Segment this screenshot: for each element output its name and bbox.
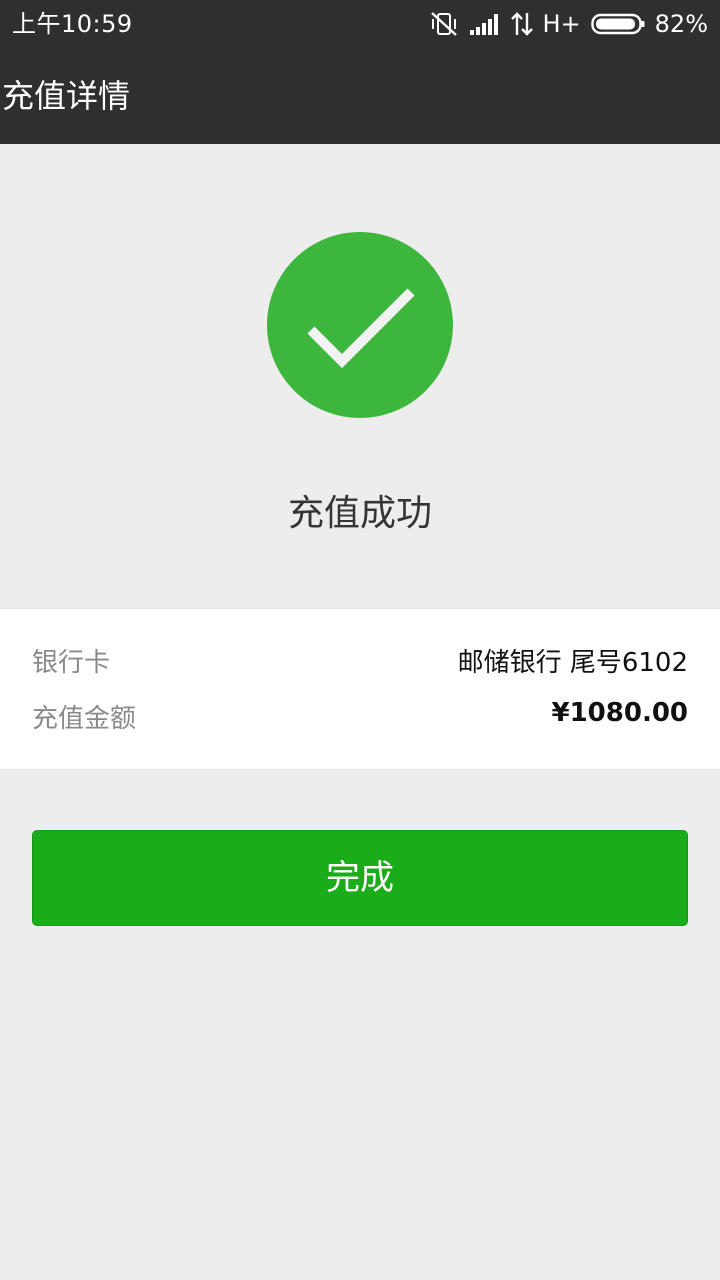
bank-card-row: 银行卡 邮储银行 尾号6102: [32, 643, 688, 683]
signal-icon: [469, 12, 501, 36]
details-panel: 银行卡 邮储银行 尾号6102 充值金额 ¥1080.00: [0, 608, 720, 770]
done-button[interactable]: 完成: [32, 830, 688, 926]
battery-percent: 82%: [654, 10, 708, 38]
title-bar: 充值详情: [0, 48, 720, 144]
status-time: 上午10:59: [12, 10, 133, 38]
amount-label: 充值金额: [32, 704, 137, 734]
checkmark-icon: [307, 288, 415, 369]
bank-card-label: 银行卡: [32, 648, 111, 678]
status-bar: 上午10:59 H+ 82%: [0, 0, 720, 48]
result-text: 充值成功: [287, 493, 432, 534]
page-title: 充值详情: [2, 77, 131, 115]
network-type: H+: [542, 10, 581, 38]
vibrate-off-icon: [429, 10, 459, 38]
status-icons: H+ 82%: [429, 8, 708, 40]
bank-card-value: 邮储银行 尾号6102: [457, 648, 688, 678]
amount-value: ¥1080.00: [551, 698, 688, 728]
amount-row: 充值金额 ¥1080.00: [32, 698, 688, 739]
battery-icon: [590, 13, 645, 35]
success-badge: [267, 232, 453, 418]
data-arrows-icon: [510, 11, 533, 37]
